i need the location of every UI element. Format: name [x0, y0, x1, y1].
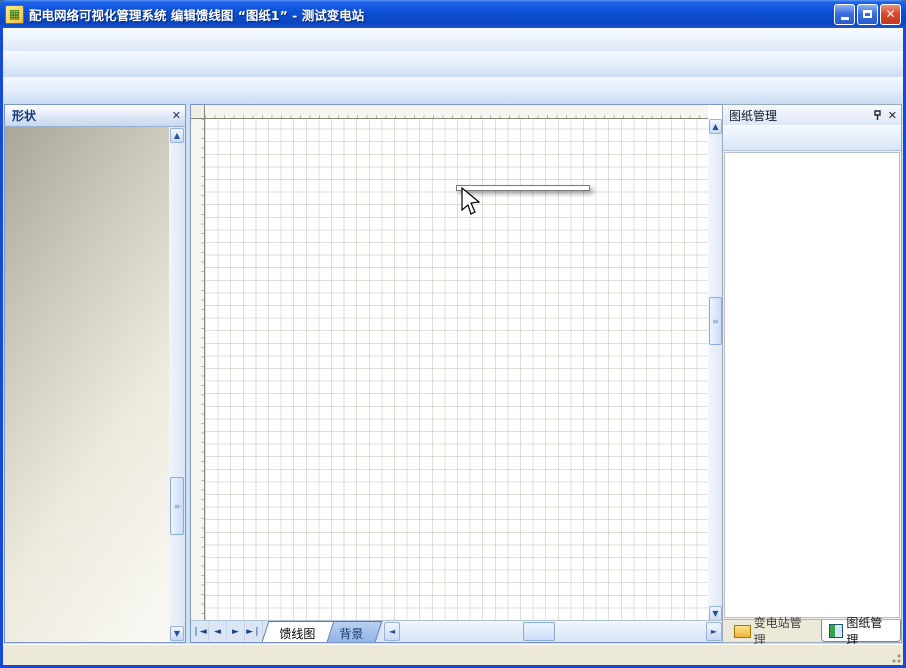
tab-sheet-management[interactable]: 图纸管理 — [821, 620, 901, 642]
status-bar — [3, 644, 903, 665]
scroll-down-icon[interactable]: ▼ — [709, 606, 722, 621]
sheets-toolbar — [723, 125, 901, 151]
toolbar-standard — [3, 51, 903, 78]
close-panel-icon[interactable]: ✕ — [888, 109, 897, 122]
mouse-cursor — [460, 187, 482, 217]
minimize-button[interactable] — [834, 4, 855, 25]
book-icon — [829, 624, 844, 638]
scroll-thumb[interactable]: ≡ — [709, 297, 722, 345]
vertical-scrollbar[interactable]: ▲ ≡ ▼ — [708, 119, 723, 621]
resize-grip[interactable] — [889, 651, 902, 664]
sheets-tree — [724, 152, 900, 618]
stencil-area: ▲ ≡ ▼ — [5, 127, 185, 642]
drawing-canvas[interactable] — [205, 119, 708, 621]
scroll-thumb[interactable]: ≡ — [170, 477, 184, 535]
menu-bar — [3, 28, 903, 52]
workspace: 形状 ✕ ▲ ≡ ▼ — [3, 103, 903, 645]
app-icon: ▦ — [5, 5, 24, 24]
horizontal-ruler — [205, 105, 708, 119]
tab-substation-management[interactable]: 变电站管理 — [727, 620, 819, 642]
tab-feeder-diagram[interactable]: 馈线图 — [262, 621, 335, 642]
scroll-up-icon[interactable]: ▲ — [170, 128, 184, 143]
scroll-up-icon[interactable]: ▲ — [709, 119, 722, 134]
vertical-ruler — [191, 119, 205, 621]
shapes-panel: 形状 ✕ ▲ ≡ ▼ — [4, 104, 186, 643]
toolbar-format — [3, 77, 903, 104]
folder-icon — [734, 625, 751, 638]
sheet-tab-bar: ❘◄ ◄ ► ►❘ 馈线图 背景 ◄ ► — [191, 620, 723, 642]
next-sheet-button[interactable]: ► — [227, 621, 245, 642]
sheets-panel-title: 图纸管理 — [729, 107, 777, 124]
stencil-scrollbar[interactable]: ▲ ≡ ▼ — [169, 127, 185, 642]
title-bar: ▦ 配电网络可视化管理系统 编辑馈线图 “图纸1” - 测试变电站 ✕ — [0, 0, 906, 28]
pin-icon[interactable] — [873, 110, 882, 121]
previous-sheet-button[interactable]: ◄ — [209, 621, 227, 642]
horizontal-scrollbar[interactable]: ◄ ► — [383, 621, 723, 642]
scroll-thumb[interactable] — [523, 622, 555, 641]
first-sheet-button[interactable]: ❘◄ — [191, 621, 209, 642]
close-shapes-panel-icon[interactable]: ✕ — [172, 109, 181, 122]
scroll-left-icon[interactable]: ◄ — [384, 622, 400, 641]
window-title: 配电网络可视化管理系统 编辑馈线图 “图纸1” - 测试变电站 — [29, 5, 834, 24]
ruler-corner — [191, 105, 205, 119]
shapes-panel-title: 形状 — [12, 107, 36, 124]
maximize-button[interactable] — [857, 4, 878, 25]
canvas-region: ▲ ≡ ▼ ❘◄ ◄ ► ►❘ 馈线图 背景 ◄ ► — [190, 104, 724, 643]
close-button[interactable]: ✕ — [880, 4, 901, 25]
sheets-panel: 图纸管理 ✕ 变电站管理 图纸管理 — [722, 104, 902, 643]
panel-tabs: 变电站管理 图纸管理 — [723, 619, 901, 642]
last-sheet-button[interactable]: ►❘ — [245, 621, 263, 642]
scroll-right-icon[interactable]: ► — [706, 622, 722, 641]
scroll-down-icon[interactable]: ▼ — [170, 626, 184, 641]
feeder-diagram — [205, 119, 708, 621]
app-window: ▦ 配电网络可视化管理系统 编辑馈线图 “图纸1” - 测试变电站 ✕ 形状 ✕… — [0, 0, 906, 668]
